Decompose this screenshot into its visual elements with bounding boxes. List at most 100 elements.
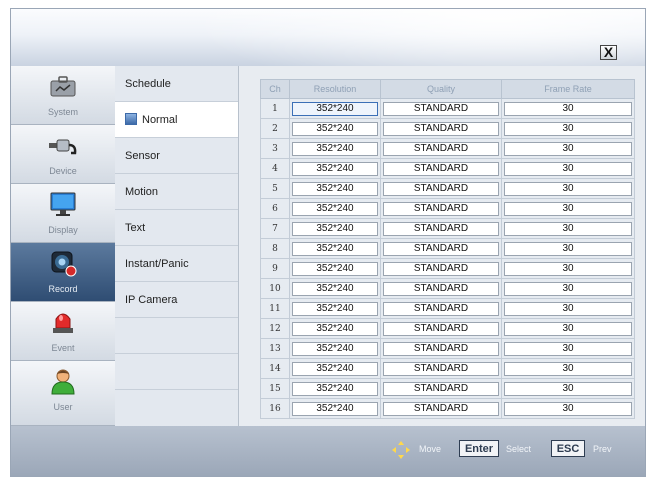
frame-rate-field[interactable]: 30 (504, 141, 632, 156)
quality-field[interactable]: STANDARD (383, 361, 499, 376)
resolution-field[interactable]: 352*240 (292, 401, 378, 416)
table-row: 8 352*240 STANDARD 30 (260, 238, 635, 259)
frame-rate-field[interactable]: 30 (504, 281, 632, 296)
quality-field[interactable]: STANDARD (383, 141, 499, 156)
quality-field[interactable]: STANDARD (383, 241, 499, 256)
quality-field-cell: STANDARD (380, 378, 502, 399)
table-row: 13 352*240 STANDARD 30 (260, 338, 635, 359)
submenu-item-ip-camera[interactable]: IP Camera (115, 282, 238, 318)
channel-number: 9 (260, 258, 290, 279)
resolution-field[interactable]: 352*240 (292, 261, 378, 276)
quality-field-cell: STANDARD (380, 258, 502, 279)
submenu-item-sensor[interactable]: Sensor (115, 138, 238, 174)
sidebar-item-event[interactable]: Event (11, 302, 115, 361)
sidebar-item-record[interactable]: Record (11, 243, 115, 302)
frame-rate-field-cell: 30 (501, 138, 635, 159)
sidebar-item-display[interactable]: Display (11, 184, 115, 243)
quality-field[interactable]: STANDARD (383, 281, 499, 296)
column-header-resolution: Resolution (289, 79, 381, 99)
frame-rate-field-cell: 30 (501, 318, 635, 339)
frame-rate-field[interactable]: 30 (504, 241, 632, 256)
quality-field[interactable]: STANDARD (383, 101, 499, 116)
frame-rate-field[interactable]: 30 (504, 181, 632, 196)
selected-indicator-icon (125, 113, 137, 126)
column-header-quality: Quality (380, 79, 502, 99)
sidebar-item-system[interactable]: System (11, 66, 115, 125)
frame-rate-field[interactable]: 30 (504, 381, 632, 396)
quality-field[interactable]: STANDARD (383, 401, 499, 416)
resolution-field[interactable]: 352*240 (292, 201, 378, 216)
column-header-ch: Ch (260, 79, 290, 99)
submenu-item-motion[interactable]: Motion (115, 174, 238, 210)
sidebar-item-label: User (53, 402, 73, 412)
quality-field[interactable]: STANDARD (383, 341, 499, 356)
channel-number: 4 (260, 158, 290, 179)
frame-rate-field[interactable]: 30 (504, 261, 632, 276)
main-menu-sidebar: System Device Display Record Event User (11, 66, 115, 426)
quality-field[interactable]: STANDARD (383, 181, 499, 196)
frame-rate-field[interactable]: 30 (504, 321, 632, 336)
close-button[interactable]: X (600, 45, 617, 60)
resolution-field[interactable]: 352*240 (292, 181, 378, 196)
quality-field-cell: STANDARD (380, 98, 502, 119)
resolution-field[interactable]: 352*240 (292, 141, 378, 156)
quality-field[interactable]: STANDARD (383, 121, 499, 136)
resolution-field[interactable]: 352*240 (292, 221, 378, 236)
quality-field[interactable]: STANDARD (383, 221, 499, 236)
resolution-field[interactable]: 352*240 (292, 241, 378, 256)
resolution-field[interactable]: 352*240 (292, 121, 378, 136)
quality-field[interactable]: STANDARD (383, 201, 499, 216)
table-row: 1 352*240 STANDARD 30 (260, 98, 635, 119)
quality-field[interactable]: STANDARD (383, 321, 499, 336)
sidebar-item-device[interactable]: Device (11, 125, 115, 184)
frame-rate-field-cell: 30 (501, 358, 635, 379)
resolution-field[interactable]: 352*240 (292, 161, 378, 176)
frame-rate-field[interactable]: 30 (504, 161, 632, 176)
frame-rate-field[interactable]: 30 (504, 201, 632, 216)
normal-record-panel: Ch Resolution Quality Frame Rate 1 352*24… (240, 66, 645, 426)
sidebar-item-label: Event (51, 343, 75, 353)
table-row: 7 352*240 STANDARD 30 (260, 218, 635, 239)
resolution-field-cell: 352*240 (289, 98, 381, 119)
frame-rate-field[interactable]: 30 (504, 221, 632, 236)
quality-field[interactable]: STANDARD (383, 161, 499, 176)
resolution-field[interactable]: 352*240 (292, 381, 378, 396)
move-arrows-icon (392, 441, 410, 459)
frame-rate-field-cell: 30 (501, 398, 635, 419)
channel-number: 2 (260, 118, 290, 139)
resolution-field[interactable]: 352*240 (292, 341, 378, 356)
frame-rate-field[interactable]: 30 (504, 341, 632, 356)
resolution-field[interactable]: 352*240 (292, 301, 378, 316)
resolution-field[interactable]: 352*240 (292, 321, 378, 336)
frame-rate-field[interactable]: 30 (504, 121, 632, 136)
frame-rate-field-cell: 30 (501, 178, 635, 199)
frame-rate-field[interactable]: 30 (504, 101, 632, 116)
frame-rate-field[interactable]: 30 (504, 301, 632, 316)
quality-field-cell: STANDARD (380, 318, 502, 339)
resolution-field-cell: 352*240 (289, 158, 381, 179)
frame-rate-field[interactable]: 30 (504, 361, 632, 376)
quality-field[interactable]: STANDARD (383, 261, 499, 276)
channel-number: 13 (260, 338, 290, 359)
cable-plug-icon (49, 139, 77, 155)
submenu-item-normal[interactable]: Normal (115, 102, 238, 138)
monitor-icon (50, 192, 76, 216)
channel-number: 16 (260, 398, 290, 419)
title-bar: X (11, 9, 645, 99)
submenu-item-instant-panic[interactable]: Instant/Panic (115, 246, 238, 282)
submenu-item-schedule[interactable]: Schedule (115, 66, 238, 102)
frame-rate-field-cell: 30 (501, 158, 635, 179)
sidebar-item-user[interactable]: User (11, 361, 115, 426)
resolution-field[interactable]: 352*240 (292, 101, 378, 116)
resolution-field[interactable]: 352*240 (292, 361, 378, 376)
quality-field[interactable]: STANDARD (383, 381, 499, 396)
resolution-field-cell: 352*240 (289, 118, 381, 139)
table-row: 14 352*240 STANDARD 30 (260, 358, 635, 379)
resolution-field[interactable]: 352*240 (292, 281, 378, 296)
quality-field-cell: STANDARD (380, 398, 502, 419)
quality-field[interactable]: STANDARD (383, 301, 499, 316)
quality-field-cell: STANDARD (380, 238, 502, 259)
frame-rate-field[interactable]: 30 (504, 401, 632, 416)
submenu-item-text[interactable]: Text (115, 210, 238, 246)
frame-rate-field-cell: 30 (501, 378, 635, 399)
